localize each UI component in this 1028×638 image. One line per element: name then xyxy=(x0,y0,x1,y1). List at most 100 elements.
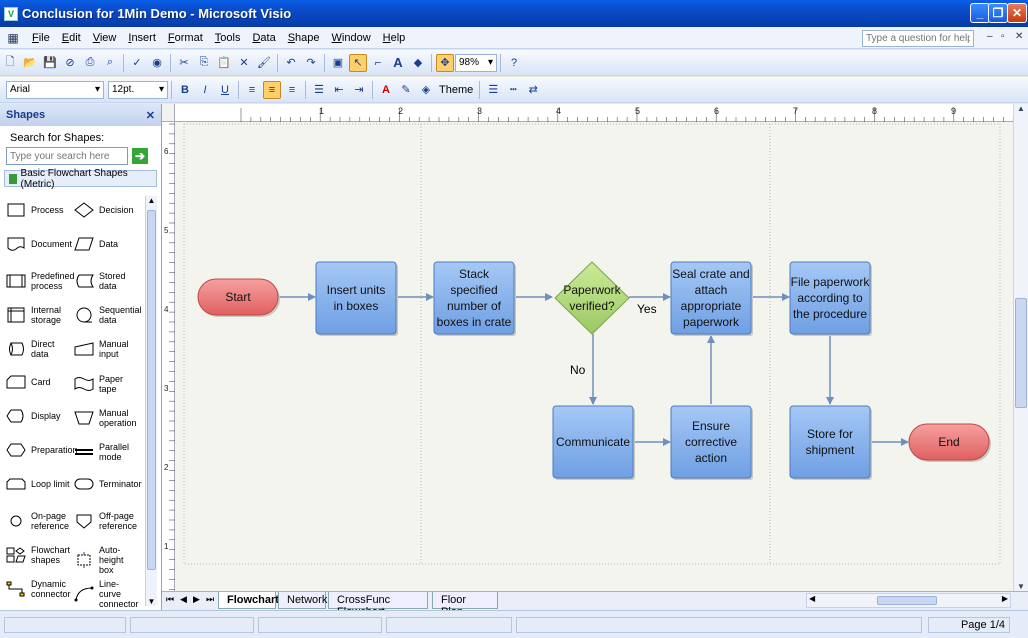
underline-icon[interactable]: U xyxy=(216,81,234,99)
tab-floor-plan[interactable]: Floor Plan xyxy=(432,592,498,618)
menu-edit[interactable]: Edit xyxy=(56,32,87,44)
pan-zoom-icon[interactable]: ✥ xyxy=(436,53,454,72)
tab-network[interactable]: Network xyxy=(278,592,327,609)
vertical-scroll-thumb[interactable] xyxy=(1015,298,1027,408)
stencil-item-direct-data[interactable]: Direct data xyxy=(6,339,72,359)
stencil-item-decision[interactable]: Decision xyxy=(74,202,140,218)
menu-format[interactable]: Format xyxy=(162,32,209,44)
line-weight-icon[interactable]: ☰ xyxy=(484,81,502,99)
stencil-item-terminator[interactable]: Terminator xyxy=(74,476,142,492)
increase-indent-icon[interactable]: ⇥ xyxy=(350,81,368,99)
delete-icon[interactable]: ✕ xyxy=(235,54,253,72)
fill-color-icon[interactable]: ◈ xyxy=(417,81,435,99)
menu-data[interactable]: Data xyxy=(246,32,281,44)
align-right-icon[interactable]: ≡ xyxy=(283,81,301,99)
stencil-item-manual-operation[interactable]: Manual operation xyxy=(74,408,140,428)
stencil-item-stored-data[interactable]: Stored data xyxy=(74,271,140,291)
stencil-item-process[interactable]: Process xyxy=(6,202,72,218)
stencil-item-on-page-reference[interactable]: On-page reference xyxy=(6,511,72,531)
flowchart-node-end[interactable]: End xyxy=(908,423,991,462)
shapes-scrollbar[interactable]: ▲ ▼ xyxy=(145,196,157,606)
line-ends-icon[interactable]: ⇄ xyxy=(524,81,542,99)
stencil-item-sequential-data[interactable]: Sequential data xyxy=(74,305,142,325)
stencil-item-paper-tape[interactable]: Paper tape xyxy=(74,374,140,394)
font-size-select[interactable]: 12pt. ▾ xyxy=(108,80,168,99)
next-page-icon[interactable]: ▶ xyxy=(193,594,200,605)
flowchart-node-start[interactable]: Start xyxy=(197,278,280,317)
menu-insert[interactable]: Insert xyxy=(122,32,162,44)
research-icon[interactable]: ◉ xyxy=(148,54,166,72)
print-icon[interactable]: ⎙ xyxy=(81,54,99,72)
help-icon[interactable]: ? xyxy=(505,54,523,72)
text-tool-icon[interactable]: A xyxy=(389,54,407,72)
connector-tool-icon[interactable]: ⌐ xyxy=(369,54,387,72)
stencil-item-dynamic-connector[interactable]: Dynamic connector xyxy=(6,579,72,599)
font-select[interactable]: Arial ▾ xyxy=(6,80,104,99)
doc-minimize-icon[interactable]: – xyxy=(987,31,993,42)
open-icon[interactable]: 📂 xyxy=(21,54,39,72)
close-panel-icon[interactable]: ✕ xyxy=(146,109,155,122)
new-icon[interactable]: 🗋 xyxy=(1,54,19,72)
flowchart-node-seal[interactable]: Seal crate and attach appropriate paperwork xyxy=(670,261,753,336)
stencil-item-parallel-mode[interactable]: Parallel mode xyxy=(74,442,140,462)
prev-page-icon[interactable]: ◀ xyxy=(180,594,187,605)
spelling-icon[interactable]: ✓ xyxy=(128,54,146,72)
search-go-icon[interactable]: ➔ xyxy=(132,148,148,164)
horizontal-scrollbar[interactable]: ◀ ▶ xyxy=(806,593,1011,608)
ask-question-input[interactable] xyxy=(862,30,974,47)
flowchart-node-stack[interactable]: Stack specified number of boxes in crate xyxy=(433,261,516,336)
format-painter-icon[interactable]: 🖌 xyxy=(255,54,273,72)
drawing-canvas[interactable]: Start Insert units in boxes Stack specified n… xyxy=(175,122,1016,591)
stencil-item-manual-input[interactable]: Manual input xyxy=(74,339,140,359)
font-color-icon[interactable]: A xyxy=(377,81,395,99)
shapes-window-icon[interactable]: ▣ xyxy=(329,54,347,72)
stencil-item-predefined-process[interactable]: Predefined process xyxy=(6,271,75,291)
doc-restore-icon[interactable]: ▫ xyxy=(1001,31,1005,42)
first-page-icon[interactable]: ⏮ xyxy=(166,594,174,605)
last-page-icon[interactable]: ⏭ xyxy=(206,594,214,605)
menu-help[interactable]: Help xyxy=(377,32,412,44)
zoom-select[interactable]: 98% ▾ xyxy=(455,53,497,72)
decrease-indent-icon[interactable]: ⇤ xyxy=(330,81,348,99)
align-left-icon[interactable]: ≡ xyxy=(243,81,261,99)
stencil-header[interactable]: Basic Flowchart Shapes (Metric) xyxy=(4,168,157,190)
stencil-item-internal-storage[interactable]: Internal storage xyxy=(6,305,72,325)
menu-window[interactable]: Window xyxy=(326,32,377,44)
bold-icon[interactable]: B xyxy=(176,81,194,99)
restore-button[interactable]: ❐ xyxy=(988,3,1008,23)
menu-file[interactable]: File xyxy=(26,32,56,44)
document-icon[interactable]: ▦ xyxy=(0,31,26,45)
stencil-item-loop-limit[interactable]: Loop limit xyxy=(6,476,72,492)
cut-icon[interactable]: ✂ xyxy=(175,54,193,72)
pointer-tool-icon[interactable]: ↖ xyxy=(349,53,367,72)
align-center-icon[interactable]: ≡ xyxy=(263,80,281,99)
stencil-item-flowchart-shapes[interactable]: Flowchart shapes xyxy=(6,545,72,565)
tab-crossfunc-flowchart[interactable]: CrossFunc Flowchart xyxy=(328,592,428,618)
stencil-item-line-curve-connector[interactable]: Line-curve connector xyxy=(74,579,140,609)
stencil-item-off-page-reference[interactable]: Off-page reference xyxy=(74,511,140,531)
stencil-item-card[interactable]: Card xyxy=(6,374,72,390)
print-preview-icon[interactable]: ⌕ xyxy=(101,54,119,72)
vertical-scrollbar[interactable]: ▲ ▼ xyxy=(1013,104,1028,591)
flowchart-node-verify[interactable]: Paperwork verified? xyxy=(554,261,630,335)
paste-icon[interactable]: 📋 xyxy=(215,54,233,72)
stencil-item-auto-height-box[interactable]: Auto-height box xyxy=(74,545,140,575)
tab-flowchart[interactable]: Flowchart xyxy=(218,592,279,609)
flowchart-node-ensure[interactable]: Ensure corrective action xyxy=(670,405,753,480)
italic-icon[interactable]: I xyxy=(196,81,214,99)
stencil-item-preparation[interactable]: Preparation xyxy=(6,442,78,458)
minimize-button[interactable]: _ xyxy=(970,3,990,23)
flowchart-node-file[interactable]: File paperwork according to the procedure xyxy=(789,261,872,336)
permission-icon[interactable]: ⊘ xyxy=(61,54,79,72)
close-button[interactable]: ✕ xyxy=(1007,3,1027,23)
doc-close-icon[interactable]: ✕ xyxy=(1015,31,1023,42)
search-shapes-input[interactable] xyxy=(6,147,128,165)
flowchart-node-comm[interactable]: Communicate xyxy=(552,405,635,480)
flowchart-node-insert[interactable]: Insert units in boxes xyxy=(315,261,398,336)
stencil-item-document[interactable]: Document xyxy=(6,236,72,252)
copy-icon[interactable]: ⎘ xyxy=(195,54,213,72)
shape-tool-icon[interactable]: ◆ xyxy=(409,54,427,72)
save-icon[interactable]: 💾 xyxy=(41,54,59,72)
line-pattern-icon[interactable]: ┅ xyxy=(504,81,522,99)
bullets-icon[interactable]: ☰ xyxy=(310,81,328,99)
